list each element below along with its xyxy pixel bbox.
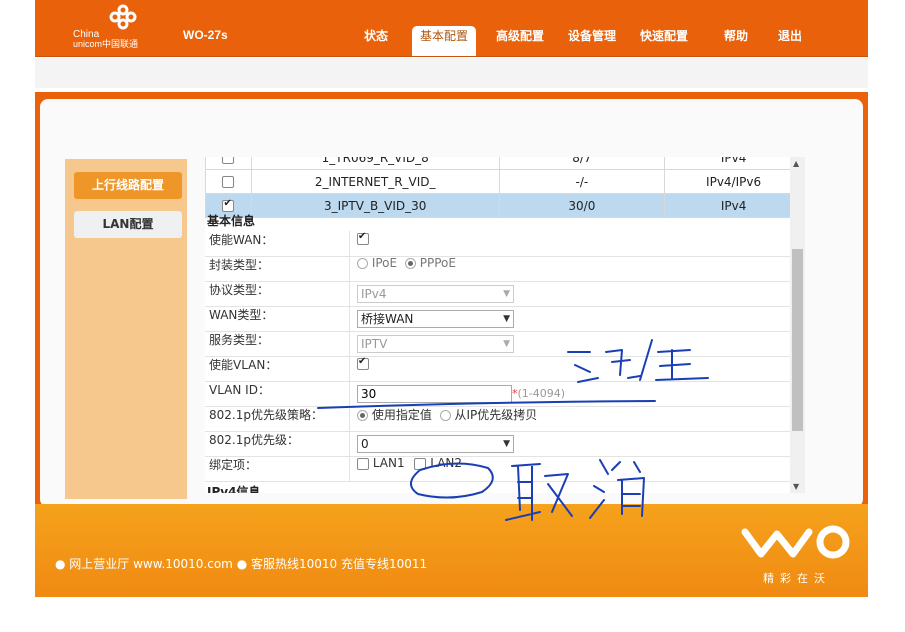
bind-lan2-checkbox[interactable] xyxy=(414,457,427,470)
vlan-id-row: VLAN ID： 30 *(1-4094) xyxy=(205,381,795,407)
chevron-down-icon: ▼ xyxy=(503,439,510,449)
sidebar-item-lan-config[interactable]: LAN配置 xyxy=(74,211,182,238)
priority-policy-label: 802.1p优先级策略： xyxy=(209,406,350,431)
priority-copy-radio[interactable] xyxy=(439,410,451,421)
bind-lan2-label: LAN2 xyxy=(430,456,463,470)
protocol-cell: IPv4 xyxy=(664,157,803,170)
chevron-down-icon: ▼ xyxy=(503,339,510,349)
sidebar: 上行线路配置 LAN配置 xyxy=(65,159,187,499)
wan-name-cell: 3_IPTV_B_VID_30 xyxy=(250,193,500,218)
wan-type-label: WAN类型： xyxy=(209,306,350,331)
vlan-cell: 30/0 xyxy=(498,193,666,218)
priority-specified-radio[interactable] xyxy=(357,410,368,421)
wan-name-cell: 2_INTERNET_R_VID_ xyxy=(250,169,500,194)
scroll-up-icon[interactable]: ▲ xyxy=(793,159,799,168)
priority-row: 802.1p优先级： 0 ▼ xyxy=(205,431,795,457)
table-row[interactable]: 1_TR069_R_VID_8 8/7 IPv4 xyxy=(205,157,803,170)
protocol-label: 协议类型： xyxy=(209,281,350,306)
encap-label: 封装类型： xyxy=(209,256,350,281)
content-scrollbar[interactable]: ▲ ▼ xyxy=(790,157,805,493)
priority-copy-label: 从IP优先级拷贝 xyxy=(454,408,538,422)
row-checkbox[interactable] xyxy=(222,176,235,188)
wan-type-select[interactable]: 桥接WAN ▼ xyxy=(357,310,514,328)
protocol-row: 协议类型： IPv4 ▼ xyxy=(205,281,795,307)
main-nav: 状态 基本配置 高级配置 设备管理 快速配置 帮助 退出 xyxy=(35,26,868,56)
table-row-selected[interactable]: 3_IPTV_B_VID_30 30/0 IPv4 xyxy=(205,193,803,218)
wan-type-row: WAN类型： 桥接WAN ▼ xyxy=(205,306,795,332)
enable-vlan-label: 使能VLAN： xyxy=(209,356,350,381)
vlan-id-label: VLAN ID： xyxy=(209,381,350,406)
vlan-cell: -/- xyxy=(498,169,666,194)
priority-select[interactable]: 0 ▼ xyxy=(357,435,514,453)
encap-ipoe-radio[interactable] xyxy=(357,258,368,269)
encap-pppoe-label: PPPoE xyxy=(419,256,456,270)
enable-wan-label: 使能WAN： xyxy=(209,231,350,256)
nav-quick-config[interactable]: 快速配置 xyxy=(640,26,688,46)
enable-wan-checkbox[interactable] xyxy=(357,231,369,245)
chevron-down-icon: ▼ xyxy=(503,289,510,299)
enable-vlan-row: 使能VLAN： xyxy=(205,356,795,382)
top-bar: China unicom中国联通 WO-27s 状态 基本配置 高级配置 设备管… xyxy=(35,0,868,57)
priority-label: 802.1p优先级： xyxy=(209,431,350,456)
protocol-select[interactable]: IPv4 ▼ xyxy=(357,285,514,303)
protocol-cell: IPv4 xyxy=(664,193,803,218)
wan-connection-table: 1_TR069_R_VID_8 8/7 IPv4 2_INTERNET_R_VI… xyxy=(205,157,803,218)
bind-lan1-label: LAN1 xyxy=(372,456,405,470)
nav-status[interactable]: 状态 xyxy=(364,26,388,46)
nav-device-management[interactable]: 设备管理 xyxy=(568,26,616,46)
wo-brand-logo xyxy=(741,525,850,559)
vlan-id-input[interactable]: 30 xyxy=(357,385,512,403)
bind-lan1-checkbox[interactable] xyxy=(357,457,369,470)
vlan-id-hint: *(1-4094) xyxy=(512,387,566,400)
main-panel-inner: 上行线路配置 LAN配置 1_TR069_R_VID_8 8/7 IPv4 2_… xyxy=(40,99,863,507)
sidebar-item-uplink-config[interactable]: 上行线路配置 xyxy=(74,172,182,199)
encap-row: 封装类型： IPoE PPPoE xyxy=(205,256,795,282)
service-label: 服务类型： xyxy=(209,331,350,356)
router-admin-window: China unicom中国联通 WO-27s 状态 基本配置 高级配置 设备管… xyxy=(35,0,868,597)
priority-specified-label: 使用指定值 xyxy=(371,408,432,422)
table-row[interactable]: 2_INTERNET_R_VID_ -/- IPv4/IPv6 xyxy=(205,169,803,194)
enable-wan-row: 使能WAN： xyxy=(205,231,795,257)
scroll-down-icon[interactable]: ▼ xyxy=(793,482,799,491)
service-row: 服务类型： IPTV ▼ xyxy=(205,331,795,357)
enable-vlan-checkbox[interactable] xyxy=(357,356,369,370)
nav-advanced-config[interactable]: 高级配置 xyxy=(496,26,544,46)
nav-logout[interactable]: 退出 xyxy=(778,26,802,46)
ipv4-info-title: IPv4信息 xyxy=(207,485,261,493)
content-area: 1_TR069_R_VID_8 8/7 IPv4 2_INTERNET_R_VI… xyxy=(205,157,803,493)
row-checkbox[interactable] xyxy=(222,157,235,164)
bind-label: 绑定项： xyxy=(209,456,350,481)
nav-basic-config[interactable]: 基本配置 xyxy=(412,26,477,56)
wo-slogan: 精彩在沃 xyxy=(763,572,831,585)
scroll-thumb[interactable] xyxy=(792,249,803,431)
vlan-cell: 8/7 xyxy=(498,157,666,170)
service-select[interactable]: IPTV ▼ xyxy=(357,335,514,353)
footer-links[interactable]: ● 网上营业厅 www.10010.com ● 客服热线10010 充值专线10… xyxy=(55,555,427,572)
protocol-cell: IPv4/IPv6 xyxy=(664,169,803,194)
chevron-down-icon: ▼ xyxy=(503,314,510,324)
priority-policy-row: 802.1p优先级策略： 使用指定值 从IP优先级拷贝 xyxy=(205,406,795,432)
basic-info-title: 基本信息 xyxy=(207,214,256,228)
bind-row: 绑定项： LAN1 LAN2 xyxy=(205,456,795,482)
encap-pppoe-radio[interactable] xyxy=(404,258,416,269)
row-checkbox[interactable] xyxy=(222,198,235,212)
wan-name-cell: 1_TR069_R_VID_8 xyxy=(250,157,500,170)
sub-header-strip xyxy=(35,58,868,88)
main-panel: 上行线路配置 LAN配置 1_TR069_R_VID_8 8/7 IPv4 2_… xyxy=(35,92,868,507)
encap-ipoe-label: IPoE xyxy=(371,256,398,270)
nav-help[interactable]: 帮助 xyxy=(724,26,748,46)
